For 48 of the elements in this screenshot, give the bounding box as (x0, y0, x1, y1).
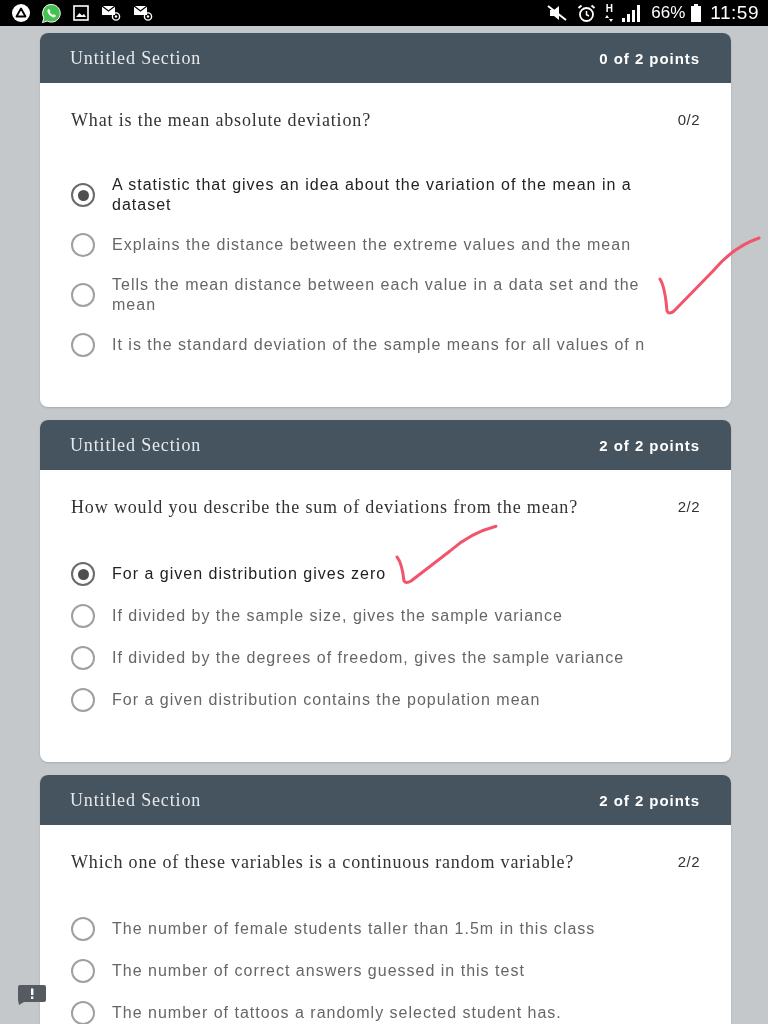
radio-button[interactable] (71, 1001, 95, 1024)
option-label: The number of correct answers guessed in this test (112, 961, 525, 981)
option-label: The number of female students taller than 1.5m in this class (112, 919, 596, 939)
radio-button[interactable] (71, 688, 95, 712)
radio-button[interactable] (71, 333, 95, 357)
radio-button[interactable] (71, 233, 95, 257)
clock-time: 11:59 (710, 2, 759, 24)
radio-button[interactable] (71, 183, 95, 207)
section-title: Untitled Section (70, 47, 202, 69)
section-score: 2 of 2 points (599, 791, 700, 809)
envelope-icon (101, 5, 121, 21)
radio-button[interactable] (71, 283, 95, 307)
option-label: Tells the mean distance between each value in a data set and the mean (112, 275, 649, 315)
option-label: For a given distribution gives zero (112, 564, 387, 584)
data-arrows-icon (605, 15, 614, 22)
radio-button[interactable] (71, 917, 95, 941)
question-points: 2/2 (677, 852, 700, 872)
option-label: It is the standard deviation of the sample means for all values of n (112, 335, 646, 355)
option-label: Explains the distance between the extreme values and the mean (112, 235, 632, 255)
question-text: What is the mean absolute deviation? (71, 109, 371, 132)
section-title: Untitled Section (70, 789, 202, 811)
question-points: 2/2 (677, 497, 700, 517)
alarm-clock-icon (577, 3, 597, 23)
option-label: If divided by the sample size, gives the sample variance (112, 606, 563, 626)
radio-button[interactable] (71, 562, 95, 586)
image-icon (73, 5, 89, 21)
phone-bubble-icon (42, 3, 61, 23)
section-title: Untitled Section (70, 434, 202, 456)
radio-button[interactable] (71, 604, 95, 628)
section-score: 2 of 2 points (599, 436, 700, 454)
feedback-icon[interactable] (18, 985, 46, 1005)
radio-button[interactable] (71, 646, 95, 670)
question-text: How would you describe the sum of deviations from the mean? (71, 496, 579, 519)
battery-icon (691, 4, 702, 22)
battery-percent: 66% (651, 3, 686, 23)
option-label: For a given distribution contains the population mean (112, 690, 541, 710)
option-label: A statistic that gives an idea about the variation of the mean in a dataset (112, 175, 633, 215)
envelope-icon (133, 5, 153, 21)
question-text: Which one of these variables is a continuous random variable? (71, 851, 575, 874)
question-points: 0/2 (677, 110, 700, 130)
muted-speaker-icon (547, 4, 569, 22)
signal-icon (622, 4, 643, 22)
triangle-circle-icon (12, 4, 30, 22)
option-label: If divided by the degrees of freedom, gives the sample variance (112, 648, 625, 668)
network-type-label: H (605, 4, 613, 14)
section-score: 0 of 2 points (599, 49, 700, 67)
option-label: The number of tattoos a randomly selected student has. (112, 1003, 562, 1023)
radio-button[interactable] (71, 959, 95, 983)
